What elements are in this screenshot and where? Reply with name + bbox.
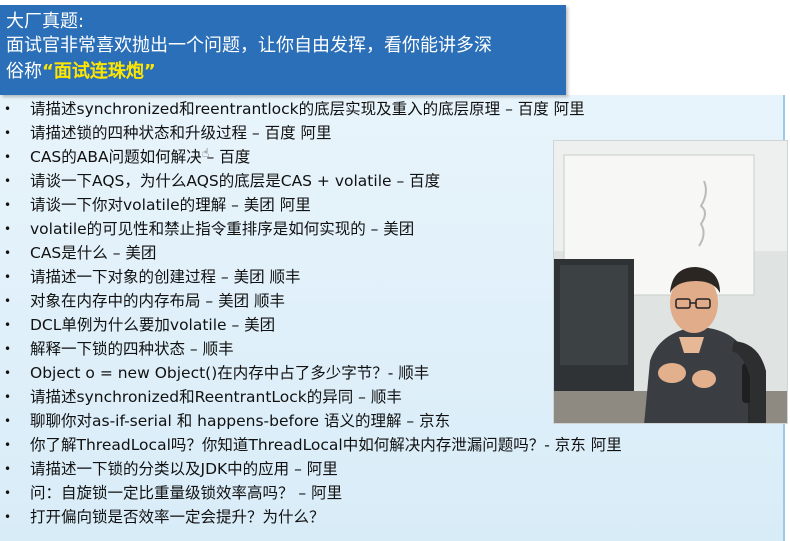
question-text: Object o = new Object()在内存中占了多少字节？- 顺丰 (30, 364, 430, 382)
bullet-icon: • (4, 294, 12, 308)
presenter-image (554, 141, 787, 423)
bullet-icon: • (4, 438, 12, 452)
bullet-icon: • (4, 414, 12, 428)
question-text: 解释一下锁的四种状态 – 顺丰 (30, 340, 234, 358)
question-text: 你了解ThreadLocal吗？你知道ThreadLocal中如何解决内存泄漏问… (30, 436, 622, 454)
slide: 大厂真题: 面试官非常喜欢抛出一个问题，让你自由发挥，看你能讲多深 俗称“面试连… (0, 0, 790, 541)
presenter-video (553, 140, 788, 424)
bullet-icon: • (4, 318, 12, 332)
question-text: 请谈一下AQS，为什么AQS的底层是CAS + volatile – 百度 (30, 172, 441, 190)
bullet-icon: • (4, 198, 12, 212)
question-text: 请谈一下你对volatile的理解 – 美团 阿里 (30, 196, 311, 214)
question-item: • 请描述一下锁的分类以及JDK中的应用 – 阿里 (0, 457, 780, 481)
bullet-icon: • (4, 390, 12, 404)
banner-line-3: 俗称“面试连珠炮” (6, 61, 156, 83)
banner-line-1: 大厂真题: (6, 11, 85, 32)
bullet-icon: • (4, 486, 12, 500)
bullet-icon: • (4, 126, 12, 140)
bullet-icon: • (4, 462, 12, 476)
question-text: 对象在内存中的内存布局 – 美团 顺丰 (30, 292, 286, 310)
bullet-icon: • (4, 174, 12, 188)
banner-line-2: 面试官非常喜欢抛出一个问题，让你自由发挥，看你能讲多深 (6, 35, 492, 56)
title-banner: 大厂真题: 面试官非常喜欢抛出一个问题，让你自由发挥，看你能讲多深 俗称“面试连… (0, 5, 566, 95)
banner-highlight: “面试连珠炮” (42, 61, 156, 82)
question-text: 问：自旋锁一定比重量级锁效率高吗？ – 阿里 (30, 484, 343, 502)
question-text: CAS的ABA问题如何解决 – 百度 (30, 148, 251, 166)
bullet-icon: • (4, 510, 12, 524)
question-text: 聊聊你对as-if-serial 和 happens-before 语义的理解 … (30, 412, 451, 430)
bullet-icon: • (4, 246, 12, 260)
question-text: 请描述synchronized和reentrantlock的底层实现及重入的底层… (30, 100, 585, 118)
mouse-cursor-icon: ☝ (202, 146, 210, 160)
question-item: • 你了解ThreadLocal吗？你知道ThreadLocal中如何解决内存泄漏… (0, 433, 780, 457)
bullet-icon: • (4, 366, 12, 380)
question-item: • 打开偏向锁是否效率一定会提升？为什么？ (0, 505, 780, 529)
question-item: • 问：自旋锁一定比重量级锁效率高吗？ – 阿里 (0, 481, 780, 505)
question-text: 请描述一下锁的分类以及JDK中的应用 – 阿里 (30, 460, 338, 478)
bullet-icon: • (4, 342, 12, 356)
bullet-icon: • (4, 222, 12, 236)
question-text: 请描述一下对象的创建过程 – 美团 顺丰 (30, 268, 301, 286)
question-text: 请描述锁的四种状态和升级过程 – 百度 阿里 (30, 124, 332, 142)
question-text: volatile的可见性和禁止指令重排序是如何实现的 – 美团 (30, 220, 415, 238)
bullet-icon: • (4, 150, 12, 164)
bullet-icon: • (4, 270, 12, 284)
banner-line-3-prefix: 俗称 (6, 61, 42, 82)
bullet-icon: • (4, 102, 12, 116)
question-item: • 请描述synchronized和reentrantlock的底层实现及重入的底… (0, 97, 780, 121)
question-text: 打开偏向锁是否效率一定会提升？为什么？ (30, 508, 325, 526)
question-text: DCL单例为什么要加volatile – 美团 (30, 316, 276, 334)
question-text: CAS是什么 – 美团 (30, 244, 157, 262)
question-text: 请描述synchronized和ReentrantLock的异同 – 顺丰 (30, 388, 402, 406)
